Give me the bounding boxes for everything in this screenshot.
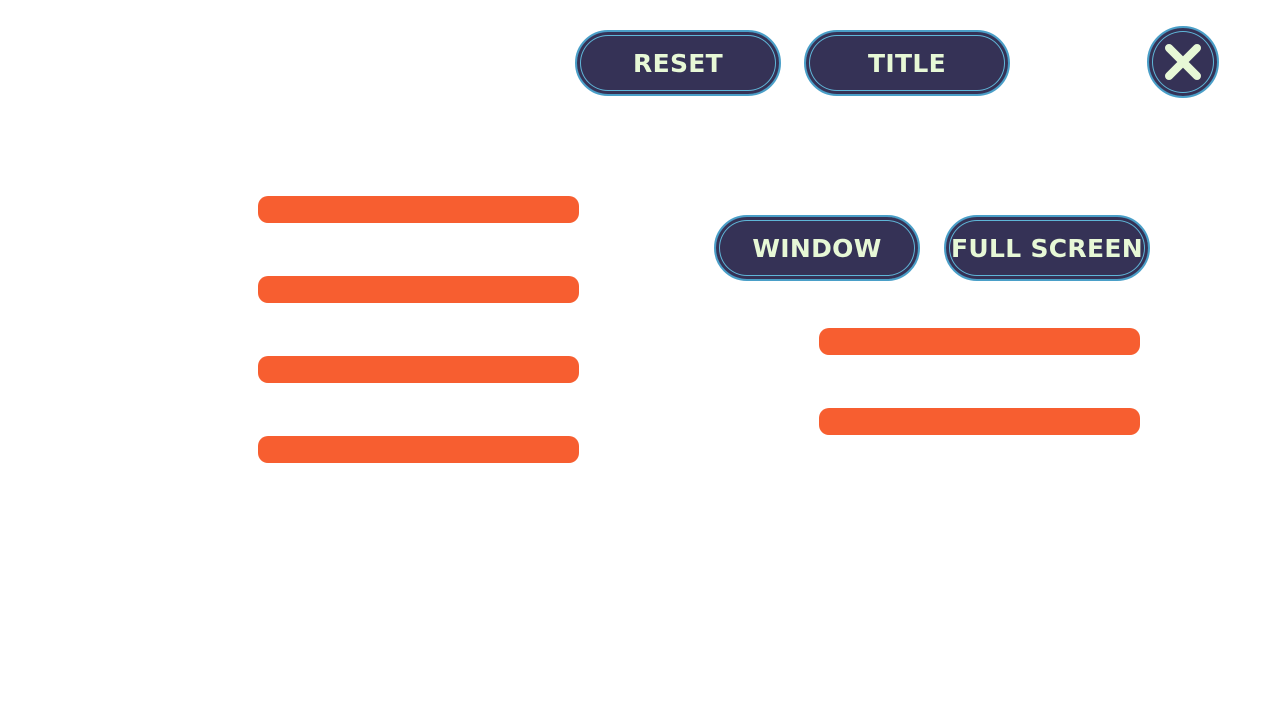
window-mode-button[interactable]: WINDOW [714,215,920,281]
left-slider-bar-2[interactable] [258,276,579,303]
right-slider-bar-2[interactable] [819,408,1140,435]
left-slider-bar-1[interactable] [258,196,579,223]
close-button[interactable] [1147,26,1219,98]
settings-screen: RESET TITLE WINDOW FULL SCREEN [0,0,1280,720]
left-slider-bar-4[interactable] [258,436,579,463]
title-button[interactable]: TITLE [804,30,1010,96]
close-icon [1163,42,1203,82]
left-slider-bar-3[interactable] [258,356,579,383]
reset-button[interactable]: RESET [575,30,781,96]
right-slider-bar-1[interactable] [819,328,1140,355]
fullscreen-mode-button[interactable]: FULL SCREEN [944,215,1150,281]
